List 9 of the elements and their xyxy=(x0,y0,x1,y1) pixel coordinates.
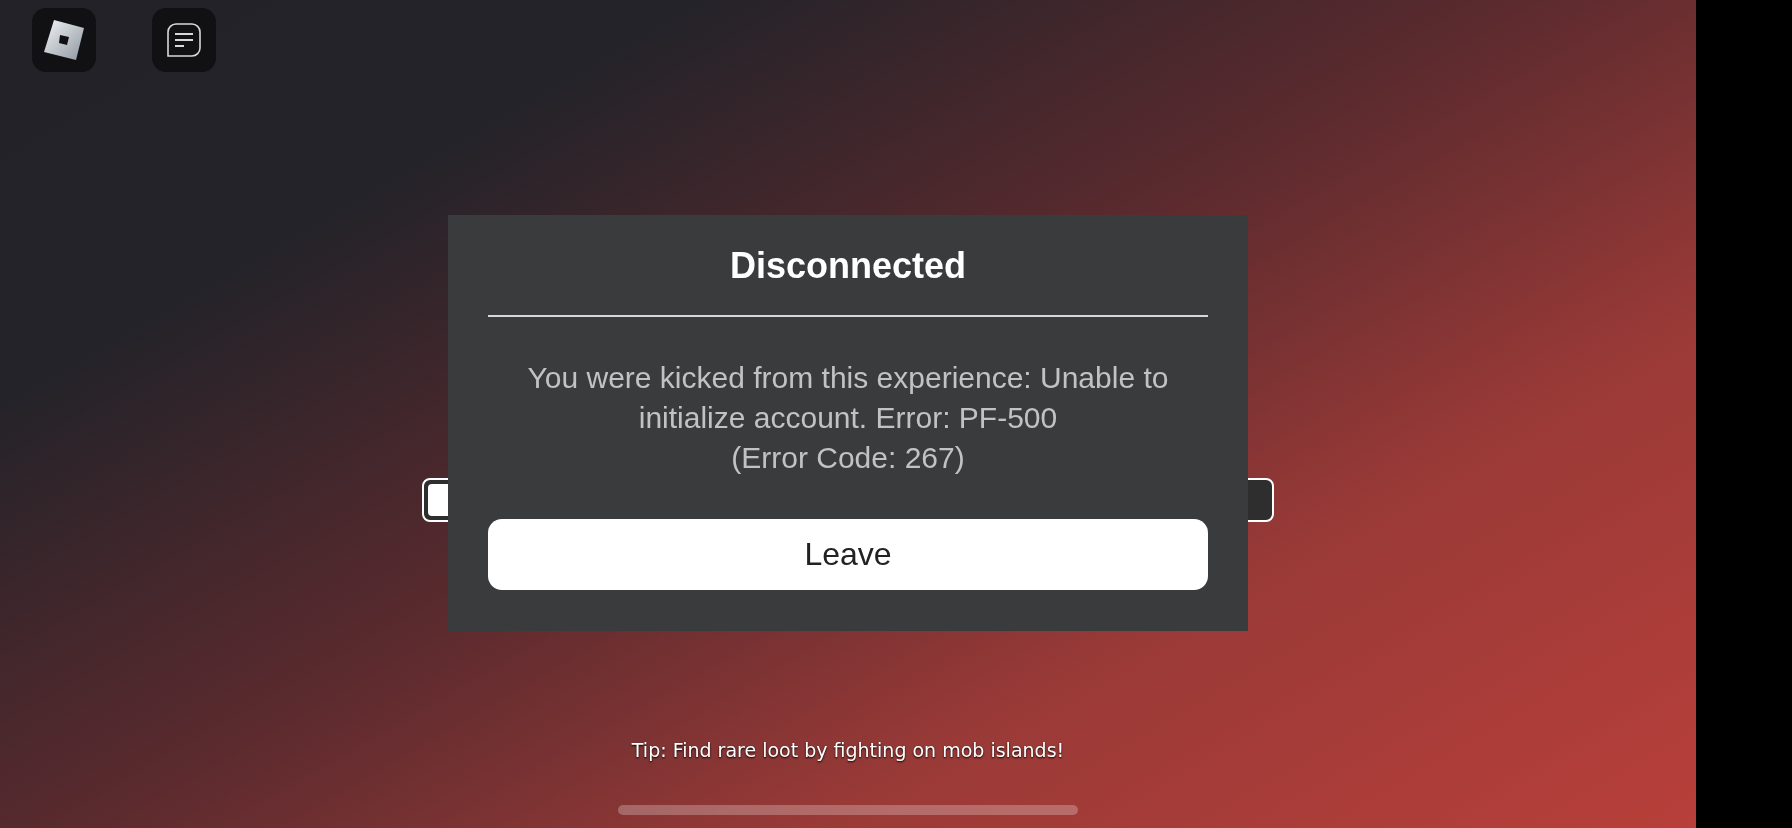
leave-button[interactable]: Leave xyxy=(488,519,1208,590)
chat-button[interactable] xyxy=(152,8,216,72)
menu-button[interactable] xyxy=(32,8,96,72)
dialog-title: Disconnected xyxy=(728,245,968,287)
roblox-logo-icon xyxy=(44,20,84,60)
error-code: (Error Code: 267) xyxy=(730,440,966,476)
chat-icon xyxy=(166,22,202,58)
loading-tip: Tip: Find rare loot by fighting on mob islands! xyxy=(631,739,1065,761)
error-message: You were kicked from this experience: Unable to initialize account. Error: PF-500 xyxy=(526,360,1170,436)
